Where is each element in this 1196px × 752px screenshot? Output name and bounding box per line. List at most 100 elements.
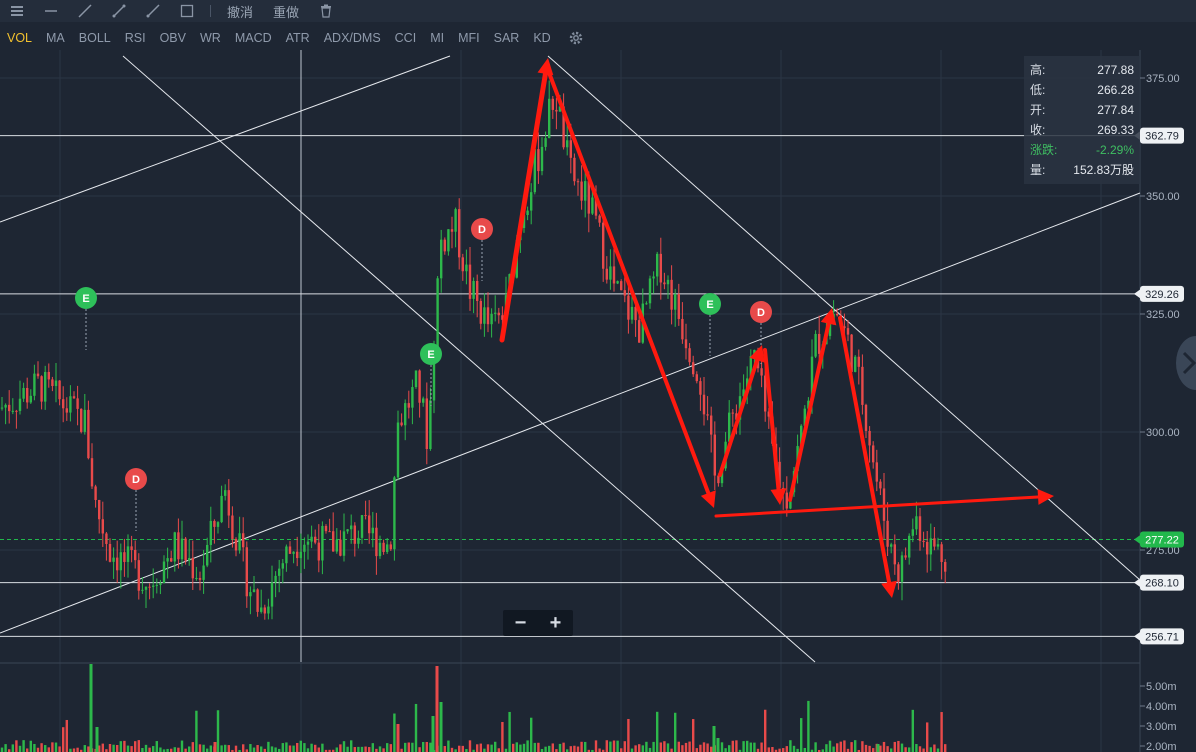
candle	[116, 540, 119, 583]
candle	[918, 507, 922, 551]
volume-bar	[836, 743, 839, 752]
candle-body	[893, 544, 896, 565]
gear-icon[interactable]	[568, 30, 584, 46]
volume-bar	[173, 747, 176, 752]
arrow-head	[770, 488, 787, 505]
volume-bar	[512, 743, 515, 752]
candle	[281, 558, 284, 584]
volume-bar	[767, 747, 770, 752]
candle-body	[342, 531, 346, 556]
candle-body	[933, 538, 936, 547]
menu-icon[interactable]	[0, 0, 34, 22]
volume-bar	[807, 700, 810, 752]
indicator-atr[interactable]: ATR	[279, 31, 317, 45]
candle-body	[393, 477, 396, 550]
candle-body	[8, 404, 11, 412]
level-label-pointer	[1134, 577, 1141, 588]
candle-body	[551, 98, 554, 110]
indicator-mfi[interactable]: MFI	[451, 31, 487, 45]
volume-bar	[62, 727, 65, 752]
candle-body	[267, 606, 270, 614]
indicator-vol[interactable]: VOL	[0, 31, 39, 45]
segment-line-icon[interactable]	[102, 0, 136, 22]
candle-body	[4, 404, 7, 408]
volume-bar	[533, 742, 536, 752]
volume-bar	[522, 743, 526, 752]
indicator-rsi[interactable]: RSI	[118, 31, 153, 45]
volume-bar	[288, 745, 292, 752]
candle-body	[868, 430, 871, 446]
volume-bar	[594, 740, 598, 752]
candle-body	[195, 577, 198, 579]
volume-bar	[130, 746, 133, 752]
indicator-cci[interactable]: CCI	[388, 31, 424, 45]
close-value: 269.33	[1097, 123, 1134, 137]
dividend-marker[interactable]: D	[125, 468, 147, 531]
volume-bar	[926, 722, 929, 752]
indicator-macd[interactable]: MACD	[228, 31, 279, 45]
candle-body	[314, 536, 317, 543]
candle	[288, 541, 292, 554]
candle-body	[285, 546, 288, 564]
earnings-marker[interactable]: E	[420, 343, 442, 406]
candle-body	[483, 307, 486, 324]
candle-body	[584, 181, 587, 201]
redo-button[interactable]: 重做	[263, 0, 309, 22]
volume-bar-spike	[716, 738, 720, 752]
volume-bar	[274, 747, 277, 752]
candle	[404, 399, 407, 441]
volume-bar	[350, 740, 353, 752]
candle-body	[227, 490, 230, 516]
candle-body	[234, 538, 238, 551]
indicator-wr[interactable]: WR	[193, 31, 228, 45]
candle	[15, 409, 18, 429]
candle-body	[674, 294, 677, 310]
candle-body	[177, 532, 180, 560]
trash-icon[interactable]	[309, 0, 343, 22]
volume-bar	[357, 746, 360, 752]
dividend-marker[interactable]: D	[471, 218, 493, 281]
volume-bar	[51, 742, 54, 752]
candle	[368, 500, 371, 544]
indicator-kd[interactable]: KD	[526, 31, 557, 45]
undo-button[interactable]: 撤消	[217, 0, 263, 22]
candle-body	[846, 328, 850, 335]
candle-body	[368, 515, 371, 534]
horizontal-line-icon[interactable]	[34, 0, 68, 22]
zoom-in-button[interactable]: +	[538, 610, 573, 636]
indicator-adx-dms[interactable]: ADX/DMS	[317, 31, 388, 45]
ray-line-icon[interactable]	[136, 0, 170, 22]
candle-body	[58, 380, 61, 400]
volume-bar	[317, 747, 320, 752]
candle	[422, 396, 425, 407]
annotation-arrow	[499, 58, 554, 343]
volume-bar	[44, 745, 47, 752]
rectangle-icon[interactable]	[170, 0, 204, 22]
candle-body	[209, 520, 212, 545]
indicator-sar[interactable]: SAR	[487, 31, 527, 45]
candle	[342, 513, 346, 562]
candle	[159, 579, 162, 595]
arrow-shaft	[763, 348, 781, 492]
indicator-obv[interactable]: OBV	[153, 31, 193, 45]
candle	[317, 524, 320, 573]
candle-body	[706, 414, 709, 416]
candle-body	[11, 410, 14, 412]
price-chart[interactable]: 362.79 329.26 268.10 256.71 375.00 350.00 325.…	[0, 50, 1196, 752]
candle	[260, 589, 263, 614]
indicator-boll[interactable]: BOLL	[72, 31, 118, 45]
candle-body	[184, 538, 187, 561]
candle-body	[425, 398, 428, 450]
volume-bar-spike	[876, 744, 880, 752]
indicator-ma[interactable]: MA	[39, 31, 72, 45]
trend-line-icon[interactable]	[68, 0, 102, 22]
zoom-out-button[interactable]: −	[503, 610, 538, 636]
level-label: 362.79	[1134, 127, 1184, 144]
earnings-marker[interactable]: E	[75, 287, 97, 350]
earnings-marker[interactable]: E	[699, 293, 721, 356]
indicator-mi[interactable]: MI	[423, 31, 451, 45]
volume-bar	[321, 743, 324, 752]
candle-body	[191, 558, 194, 579]
candle	[875, 449, 878, 492]
candle	[195, 566, 198, 581]
